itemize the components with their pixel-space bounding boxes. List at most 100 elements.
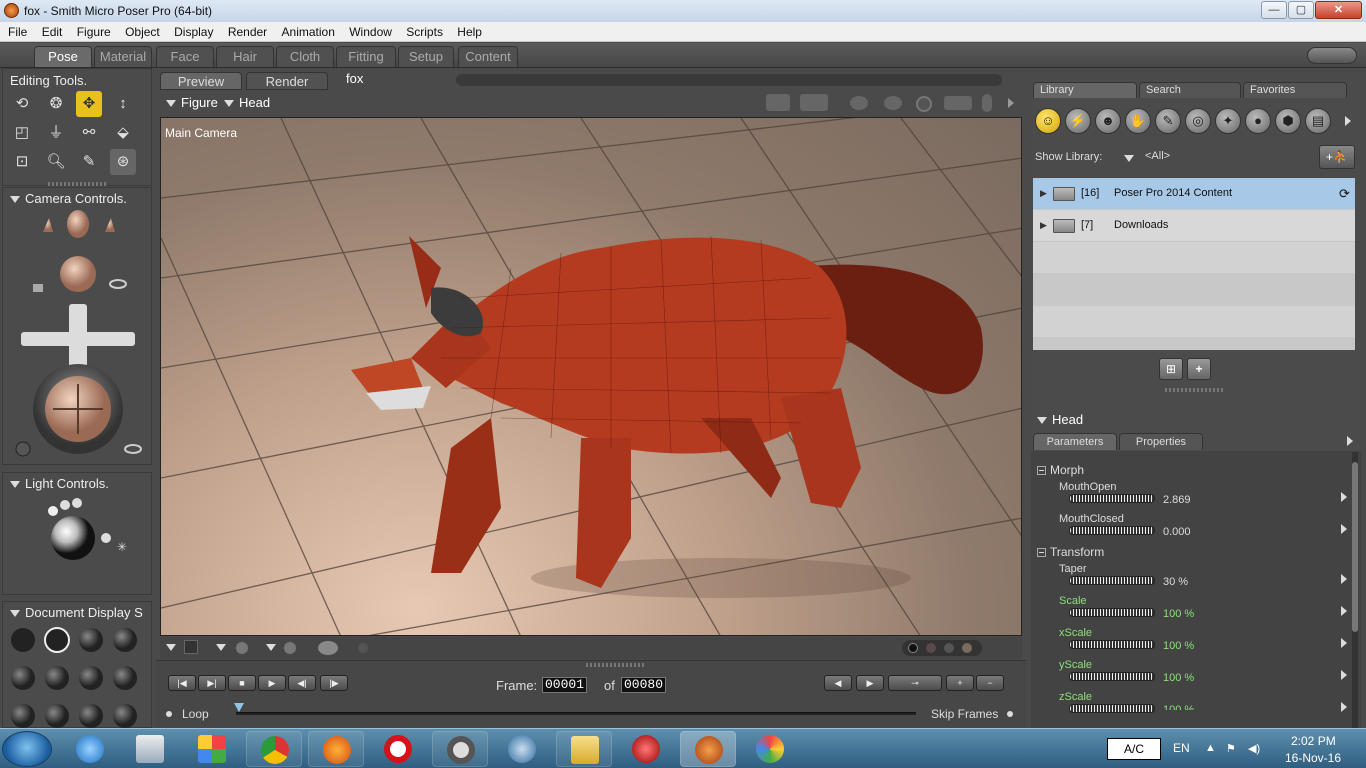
room-tab-material[interactable]: Material xyxy=(94,46,152,67)
param-dial-zscale[interactable] xyxy=(1069,704,1155,713)
loop-toggle[interactable] xyxy=(166,711,172,717)
add-keyframe-button[interactable]: + xyxy=(946,675,974,691)
library-filter-value[interactable]: <All> xyxy=(1145,150,1170,162)
render-preview-icon[interactable] xyxy=(850,96,868,110)
param-menu-arrow-icon[interactable] xyxy=(1341,524,1347,534)
cameras-category-icon[interactable]: ● xyxy=(1245,108,1271,134)
room-tab-content[interactable]: Content xyxy=(458,46,518,67)
edit-keyframes-button[interactable]: ⊸ xyxy=(888,675,942,691)
minimize-button[interactable]: — xyxy=(1261,1,1287,19)
tab-preview[interactable]: Preview xyxy=(160,72,242,90)
hair-category-icon[interactable]: ✋ xyxy=(1125,108,1151,134)
parameters-scroll-thumb[interactable] xyxy=(1352,462,1358,632)
help-icon[interactable] xyxy=(1307,47,1357,64)
action-center-icon[interactable]: ⚑ xyxy=(1226,742,1236,755)
poser-app-icon[interactable] xyxy=(4,3,19,18)
move-view-icon[interactable] xyxy=(944,96,972,110)
close-button[interactable]: ✕ xyxy=(1315,1,1362,19)
param-menu-arrow-icon[interactable] xyxy=(1341,574,1347,584)
param-dial-scale[interactable] xyxy=(1069,608,1155,617)
twist-tool-icon[interactable]: ❂ xyxy=(43,91,69,117)
clock-time[interactable]: 2:02 PM xyxy=(1291,734,1336,748)
menu-figure[interactable]: Figure xyxy=(77,22,111,39)
timeline-scrubber[interactable] xyxy=(234,703,244,712)
taskbar-apps[interactable] xyxy=(184,731,240,767)
param-menu-arrow-icon[interactable] xyxy=(1341,702,1347,712)
menu-render[interactable]: Render xyxy=(228,22,267,39)
library-grip[interactable] xyxy=(1165,388,1225,392)
group-transform[interactable]: Transform xyxy=(1037,545,1104,559)
camera-controls-widget[interactable] xyxy=(3,204,153,474)
play-button[interactable]: ▶ xyxy=(258,675,286,691)
menu-scripts[interactable]: Scripts xyxy=(406,22,443,39)
param-menu-arrow-icon[interactable] xyxy=(1341,606,1347,616)
add-button[interactable]: + xyxy=(1187,358,1211,380)
show-hidden-icons[interactable]: ▲ xyxy=(1205,742,1216,754)
go-to-start-button[interactable]: |◀ xyxy=(168,675,196,691)
scenes-category-icon[interactable]: ▤ xyxy=(1305,108,1331,134)
taskbar-paint[interactable] xyxy=(742,731,798,767)
library-row-downloads[interactable]: ▶ [7] Downloads xyxy=(1033,210,1355,241)
menu-file[interactable]: File xyxy=(8,22,27,39)
keyboard-indicator[interactable]: A/C xyxy=(1107,738,1161,760)
param-value[interactable]: 100 % xyxy=(1163,672,1194,684)
zoom-view-icon[interactable] xyxy=(982,94,992,112)
background-color-icon[interactable] xyxy=(184,640,198,654)
library-row-poser-content[interactable]: ▶ [16] Poser Pro 2014 Content ⟳ xyxy=(1033,178,1355,209)
room-tab-face[interactable]: Face xyxy=(156,46,214,67)
param-dial-taper[interactable] xyxy=(1069,576,1155,585)
expand-arrow-icon[interactable]: ▶ xyxy=(1040,178,1047,209)
tab-library[interactable]: Library xyxy=(1033,82,1137,98)
direct-manipulation-tool-icon[interactable]: ⊛ xyxy=(110,149,136,175)
poses-category-icon[interactable]: ⚡ xyxy=(1065,108,1091,134)
step-back-button[interactable]: ◀| xyxy=(288,675,316,691)
figure-selector[interactable]: Figure xyxy=(166,95,218,110)
total-frames-field[interactable]: 00080 xyxy=(621,677,667,693)
previous-keyframe-button[interactable]: ◀ xyxy=(824,675,852,691)
taskbar-calculator[interactable] xyxy=(122,731,178,767)
camera-view-icon[interactable] xyxy=(800,94,828,111)
parameters-menu-arrow-icon[interactable] xyxy=(1347,436,1353,446)
grouping-tool-icon[interactable]: ⊡ xyxy=(9,149,35,175)
param-value[interactable]: 2.869 xyxy=(1163,494,1191,506)
tab-favorites[interactable]: Favorites xyxy=(1243,82,1347,98)
param-dial-mouthopen[interactable] xyxy=(1069,494,1155,503)
taskbar-firefox[interactable] xyxy=(308,731,364,767)
volume-icon[interactable]: ◀) xyxy=(1248,742,1260,755)
taskbar-poser[interactable] xyxy=(680,731,736,767)
room-tab-setup[interactable]: Setup xyxy=(398,46,454,67)
start-button[interactable] xyxy=(2,731,52,767)
chain-break-tool-icon[interactable]: ⚯ xyxy=(76,120,102,146)
menu-object[interactable]: Object xyxy=(125,22,160,39)
foreground-color-icon[interactable] xyxy=(358,643,368,653)
figure-color-icon[interactable] xyxy=(284,642,296,654)
target-icon[interactable] xyxy=(916,96,932,112)
param-value[interactable]: 0.000 xyxy=(1163,526,1191,538)
actor-selector[interactable]: Head xyxy=(224,95,270,110)
tab-search[interactable]: Search xyxy=(1139,82,1241,98)
param-dial-mouthclosed[interactable] xyxy=(1069,526,1155,535)
taper-tool-icon[interactable]: ⏚ xyxy=(43,120,69,146)
timeline-track[interactable] xyxy=(236,712,916,715)
more-categories-arrow-icon[interactable] xyxy=(1345,116,1351,126)
morphing-tool-icon[interactable]: ✎ xyxy=(76,149,102,175)
taskbar-explorer[interactable] xyxy=(556,731,612,767)
add-to-library-button[interactable]: ⊞ xyxy=(1159,358,1183,380)
param-dial-xscale[interactable] xyxy=(1069,640,1155,649)
color-tool-icon[interactable]: ⬙ xyxy=(110,120,136,146)
hands-category-icon[interactable]: ✎ xyxy=(1155,108,1181,134)
orbit-icon[interactable] xyxy=(884,96,902,110)
display-style-grid[interactable] xyxy=(7,624,147,734)
param-menu-arrow-icon[interactable] xyxy=(1341,670,1347,680)
figures-category-icon[interactable]: ☺ xyxy=(1035,108,1061,134)
materials-category-icon[interactable]: ⬢ xyxy=(1275,108,1301,134)
taskbar-app-red[interactable] xyxy=(618,731,674,767)
ground-options-arrow-icon[interactable] xyxy=(166,644,176,651)
room-tab-fitting[interactable]: Fitting xyxy=(336,46,396,67)
lights-category-icon[interactable]: ✦ xyxy=(1215,108,1241,134)
clock-date[interactable]: 16-Nov-16 xyxy=(1285,751,1341,765)
stop-button[interactable]: ■ xyxy=(228,675,256,691)
taskbar-chrome[interactable] xyxy=(246,731,302,767)
translate-tool-icon[interactable]: ✥ xyxy=(76,91,102,117)
translate-in-out-tool-icon[interactable]: ↕ xyxy=(110,91,136,117)
